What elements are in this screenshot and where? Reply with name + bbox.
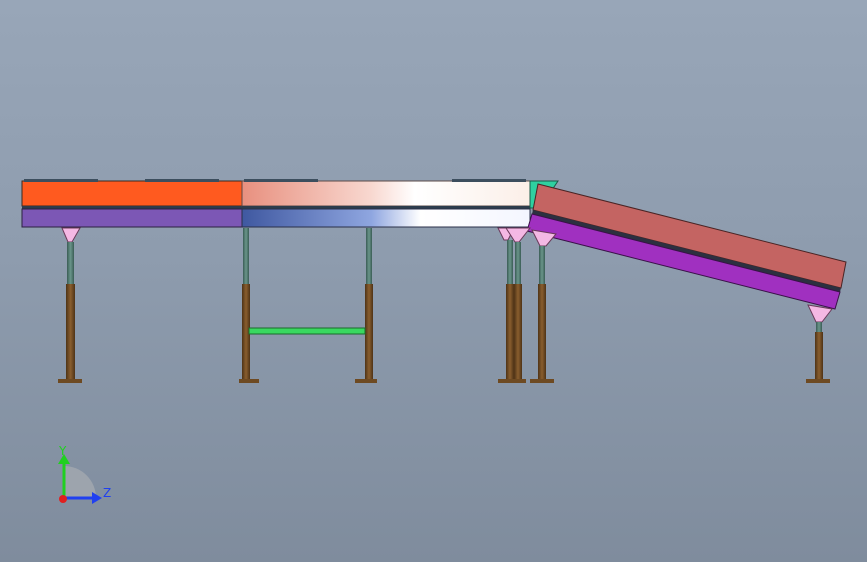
leg-foot — [498, 379, 526, 383]
leg-upper — [507, 240, 513, 284]
leg-upper — [67, 242, 74, 284]
leg-bracket — [61, 227, 81, 243]
y-axis-label: Y — [58, 444, 67, 458]
leg-upper — [816, 322, 822, 332]
leg[interactable] — [806, 304, 833, 383]
roller-cap — [244, 179, 318, 182]
leg-upper — [366, 228, 372, 284]
leg-foot — [58, 379, 82, 383]
conveyor-1-frame[interactable] — [21, 208, 243, 228]
x-axis-dot — [59, 495, 67, 503]
leg-lower — [506, 284, 514, 380]
leg-upper — [243, 228, 249, 284]
conveyor-2-frame[interactable] — [241, 208, 531, 228]
roller-cap — [452, 179, 526, 182]
leg-lower — [66, 284, 75, 380]
leg[interactable] — [355, 228, 377, 383]
leg-lower — [538, 284, 546, 380]
incline-conveyor[interactable] — [526, 183, 847, 310]
conveyor-1-belt[interactable] — [21, 180, 243, 207]
roller-cap — [145, 179, 219, 182]
leg-lower — [514, 284, 522, 380]
leg-foot — [806, 379, 830, 383]
crossbar[interactable] — [248, 327, 366, 335]
z-axis-label: Z — [103, 486, 111, 500]
conveyor-section-1[interactable] — [21, 179, 243, 228]
conveyor-assembly-drawing[interactable]: Y Z — [0, 0, 867, 562]
leg-foot — [530, 379, 554, 383]
triad-plane-icon — [64, 466, 96, 498]
3d-model-viewport[interactable]: Y Z — [0, 0, 867, 562]
leg-foot — [239, 379, 259, 383]
leg[interactable] — [58, 227, 82, 383]
leg-upper — [539, 246, 545, 284]
leg[interactable] — [530, 229, 557, 383]
leg[interactable] — [497, 227, 532, 383]
conveyor-section-2[interactable] — [241, 179, 531, 228]
z-axis-arrowhead — [92, 492, 102, 504]
leg-lower — [365, 284, 373, 380]
coordinate-triad: Y Z — [58, 444, 111, 504]
roller-cap — [24, 179, 98, 182]
leg-lower — [815, 332, 823, 380]
conveyor-2-belt[interactable] — [241, 180, 531, 207]
leg-foot — [355, 379, 377, 383]
leg-upper — [515, 242, 521, 284]
leg[interactable] — [239, 228, 259, 383]
